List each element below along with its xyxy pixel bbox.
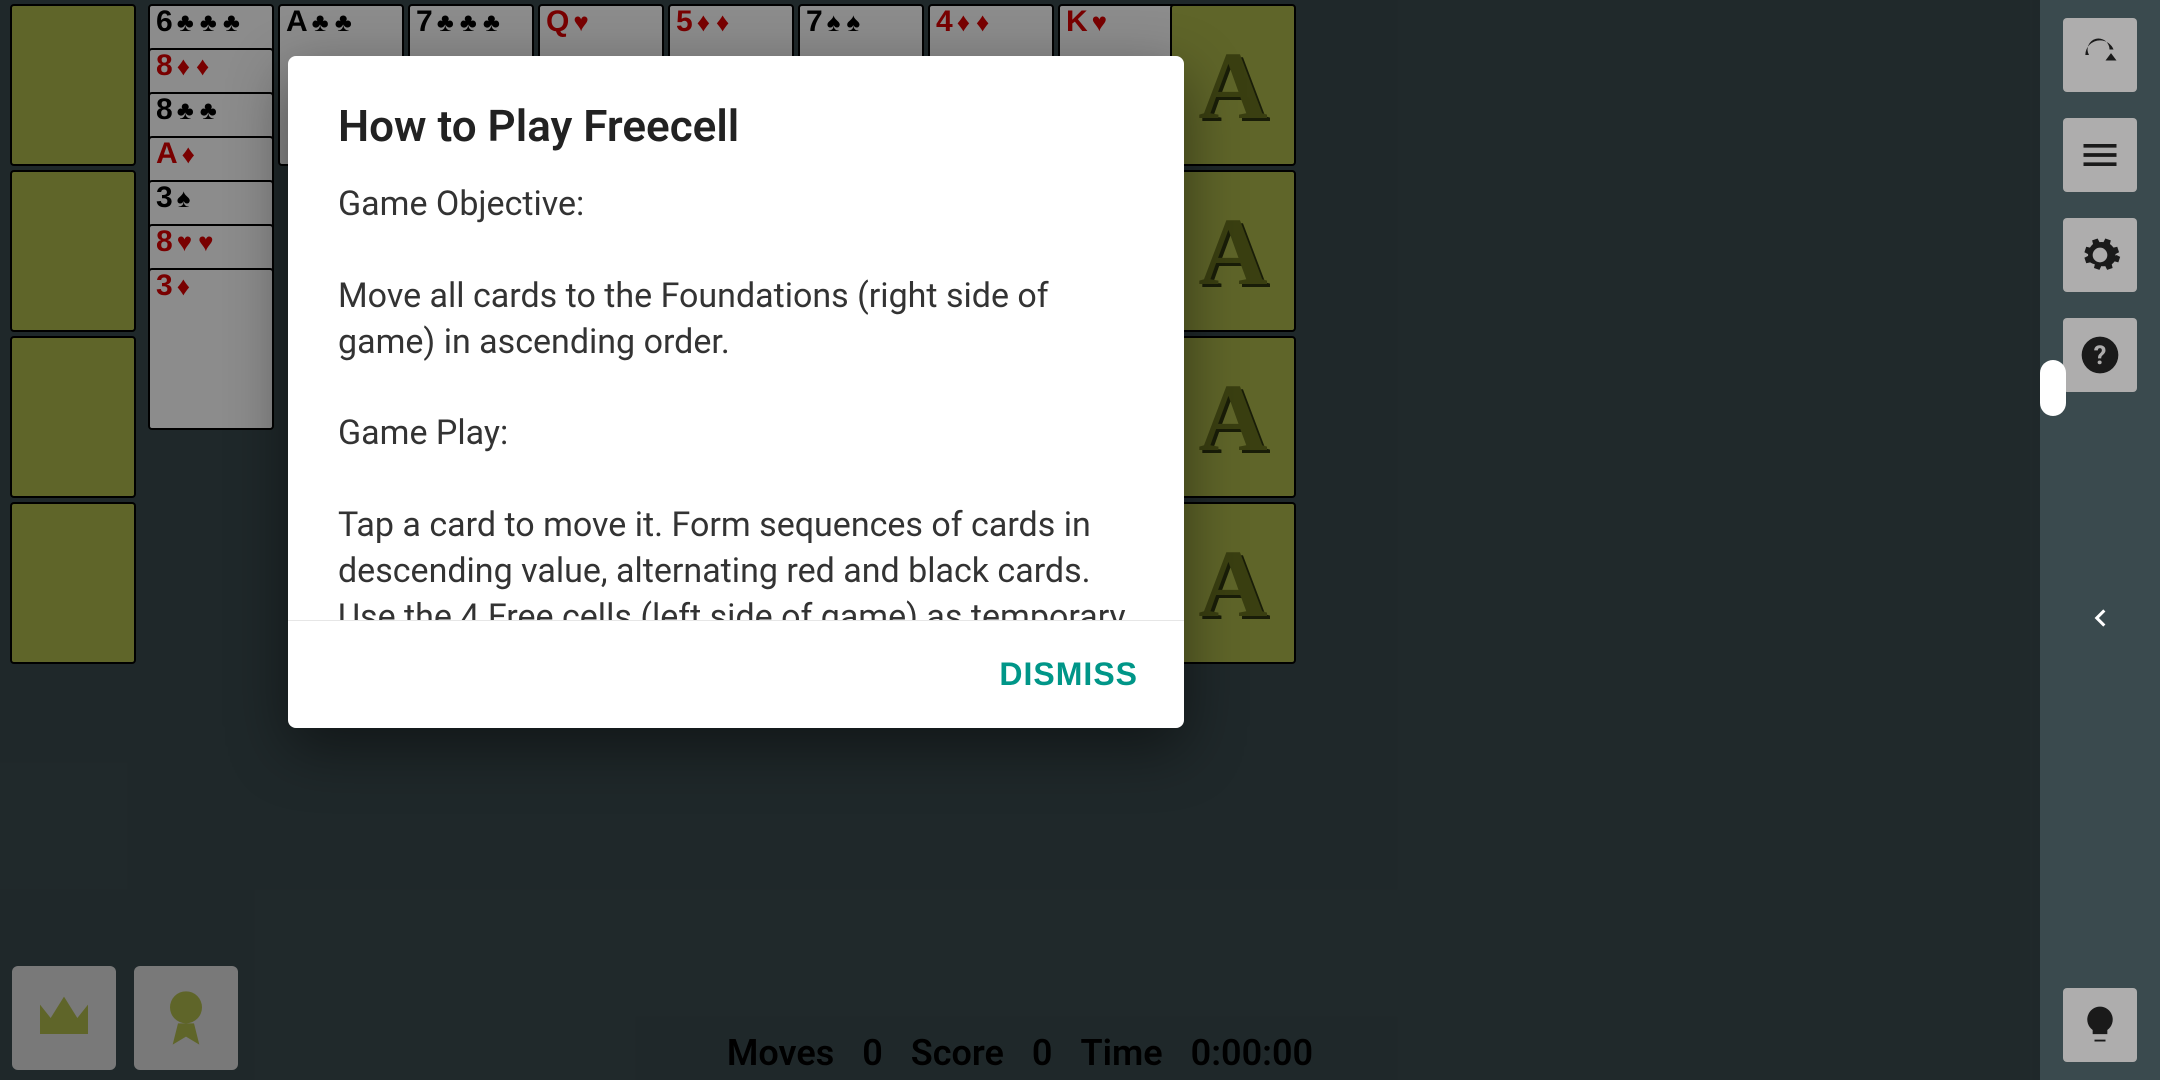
refresh-icon	[2078, 33, 2122, 77]
gear-icon	[2078, 233, 2122, 277]
dialog-actions: DISMISS	[288, 620, 1184, 728]
chevron-left-icon	[2087, 605, 2113, 631]
back-button[interactable]	[2080, 598, 2120, 638]
refresh-button[interactable]	[2063, 18, 2137, 92]
settings-button[interactable]	[2063, 218, 2137, 292]
dismiss-button[interactable]: DISMISS	[999, 656, 1138, 693]
dialog-title: How to Play Freecell	[338, 100, 1134, 152]
menu-button[interactable]	[2063, 118, 2137, 192]
hint-button[interactable]	[2063, 988, 2137, 1062]
help-button[interactable]: ?	[2063, 318, 2137, 392]
menu-icon	[2078, 133, 2122, 177]
dialog-body: How to Play Freecell Game Objective: Mov…	[288, 56, 1184, 620]
right-toolbar: ?	[2040, 0, 2160, 1080]
scroll-indicator[interactable]	[2040, 360, 2066, 416]
lightbulb-icon	[2078, 1003, 2122, 1047]
help-icon: ?	[2078, 333, 2122, 377]
svg-text:?: ?	[2094, 341, 2107, 371]
how-to-play-dialog: How to Play Freecell Game Objective: Mov…	[288, 56, 1184, 728]
game-board: 6♣♣♣ 8♦♦ 8♣♣ A♦ 3♠ 8♥♥ 3♦ A♣♣ 7♣♣♣ Q♥ 5♦…	[0, 0, 2040, 1080]
dialog-text: Game Objective: Move all cards to the Fo…	[338, 182, 1134, 620]
